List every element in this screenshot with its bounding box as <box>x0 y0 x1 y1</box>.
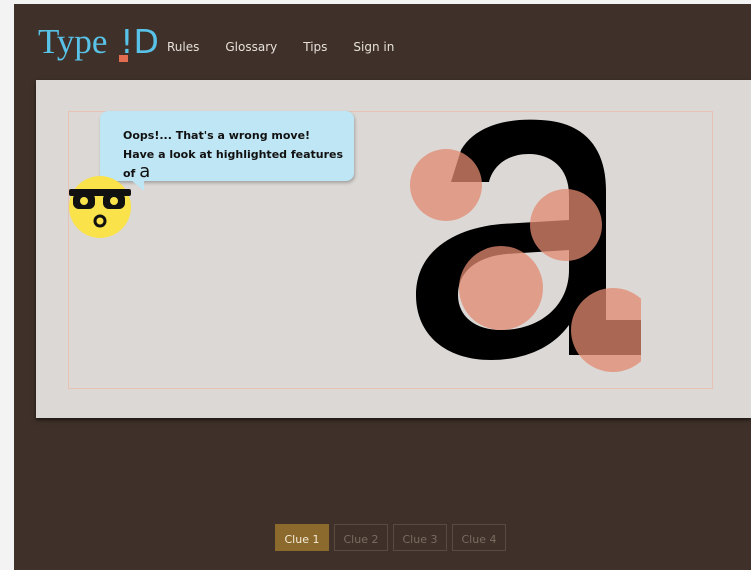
game-panel: Oops!... That's a wrong move! Have a loo… <box>36 80 751 418</box>
highlight-join <box>530 189 602 261</box>
nav-rules[interactable]: Rules <box>167 40 199 54</box>
nav-tips[interactable]: Tips <box>303 40 327 54</box>
main-nav: Rules Glossary Tips Sign in <box>167 40 420 54</box>
nav-sign-in[interactable]: Sign in <box>353 40 394 54</box>
specimen-glyph <box>410 119 641 372</box>
logo-dot <box>119 55 129 62</box>
nerd-face-icon <box>69 176 131 238</box>
feedback-line-2: Have a look at highlighted features of a <box>123 148 344 182</box>
highlight-bowl <box>459 246 543 330</box>
clue-buttons: Clue 1 Clue 2 Clue 3 Clue 4 <box>275 524 506 551</box>
clue-3-button[interactable]: Clue 3 <box>393 524 447 551</box>
feedback-line-1: Oops!... That's a wrong move! <box>123 129 311 142</box>
feedback-bubble: Oops!... That's a wrong move! Have a loo… <box>100 111 354 182</box>
highlight-terminal <box>410 149 482 221</box>
clue-4-button[interactable]: Clue 4 <box>452 524 506 551</box>
nav-glossary[interactable]: Glossary <box>225 40 277 54</box>
clue-1-button[interactable]: Clue 1 <box>275 524 329 551</box>
clue-2-button[interactable]: Clue 2 <box>334 524 388 551</box>
site-logo[interactable]: Type !D <box>38 22 159 62</box>
app-window: Type !D Rules Glossary Tips Sign in Oops… <box>14 4 751 570</box>
logo-text: Type <box>38 22 108 61</box>
logo-mark: !D <box>119 22 159 62</box>
